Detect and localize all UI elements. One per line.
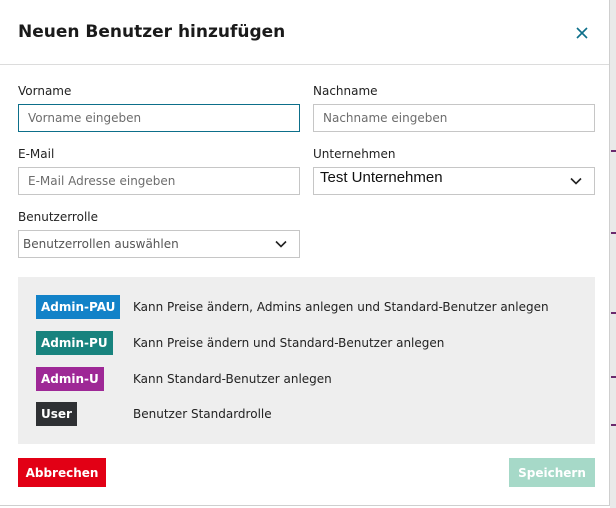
save-button[interactable]: Speichern <box>509 458 595 487</box>
role-badge: Admin-U <box>36 367 104 391</box>
role-row: Admin-PAU <box>36 295 121 319</box>
role-select[interactable]: Benutzerrollen auswählen <box>18 230 300 258</box>
backdrop-stripe <box>611 424 616 426</box>
company-select-value: Test Unternehmen <box>320 168 443 186</box>
first-name-label: Vorname <box>18 84 72 98</box>
role-badge: Admin-PU <box>36 331 113 355</box>
role-select-placeholder: Benutzerrollen auswählen <box>23 237 179 251</box>
role-row: User <box>36 402 77 426</box>
email-input[interactable] <box>18 167 300 195</box>
role-description: Benutzer Standardrolle <box>133 407 272 421</box>
role-label: Benutzerrolle <box>18 210 98 224</box>
role-badge: Admin-PAU <box>36 295 121 319</box>
close-icon[interactable] <box>573 24 591 42</box>
first-name-input[interactable] <box>18 104 300 132</box>
role-description: Kann Standard-Benutzer anlegen <box>133 372 332 386</box>
role-row: Admin-PU <box>36 331 113 355</box>
add-user-dialog: Neuen Benutzer hinzufügen Vorname Nachna… <box>0 0 610 506</box>
page-backdrop <box>610 0 616 508</box>
dialog-title: Neuen Benutzer hinzufügen <box>18 22 286 42</box>
role-legend: Admin-PAU Kann Preise ändern, Admins anl… <box>18 277 595 444</box>
company-select[interactable]: Test Unternehmen <box>313 167 595 195</box>
backdrop-stripe <box>611 150 616 152</box>
backdrop-stripe <box>611 376 616 378</box>
header-divider <box>0 64 609 65</box>
role-description: Kann Preise ändern, Admins anlegen und S… <box>133 300 549 314</box>
company-label: Unternehmen <box>313 147 396 161</box>
chevron-down-icon <box>570 177 582 185</box>
backdrop-stripe <box>611 312 616 314</box>
last-name-label: Nachname <box>313 84 378 98</box>
chevron-down-icon <box>275 240 287 248</box>
role-description: Kann Preise ändern und Standard-Benutzer… <box>133 336 445 350</box>
role-row: Admin-U <box>36 367 104 391</box>
last-name-input[interactable] <box>313 104 595 132</box>
role-badge: User <box>36 402 77 426</box>
backdrop-stripe <box>611 232 616 234</box>
cancel-button[interactable]: Abbrechen <box>18 458 106 487</box>
email-label: E-Mail <box>18 147 55 161</box>
